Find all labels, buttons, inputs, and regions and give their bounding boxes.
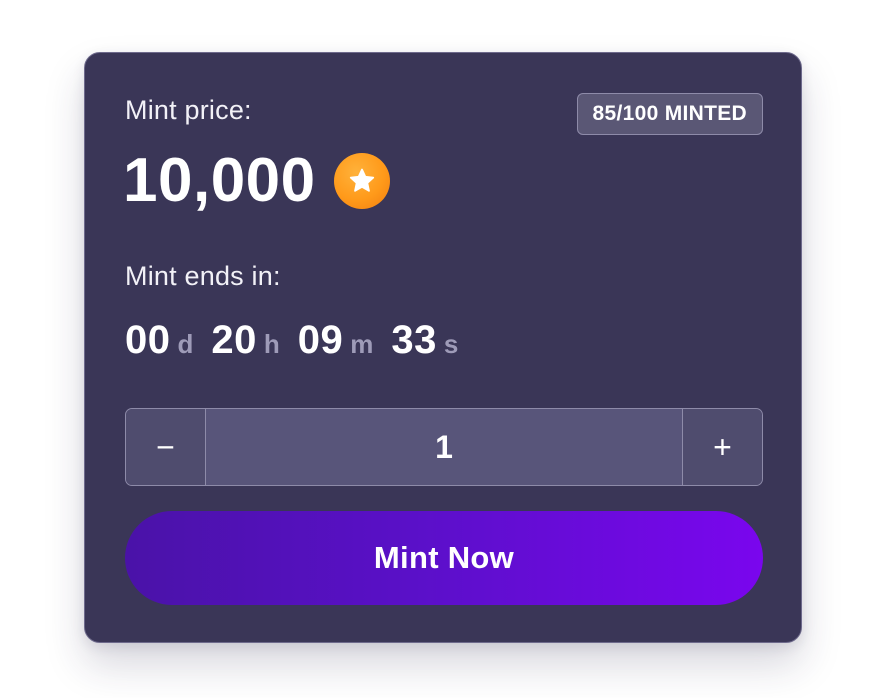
countdown-minutes: 09 (297, 318, 344, 362)
mint-price-label: Mint price: (125, 95, 252, 125)
countdown-days: 00 (125, 318, 171, 362)
mint-ends-label: Mint ends in: (125, 261, 281, 291)
increase-quantity-button[interactable]: + (682, 409, 762, 485)
countdown-minutes-unit: m (350, 329, 374, 359)
minted-count-badge: 85/100 MINTED (576, 93, 763, 135)
mint-card: Mint price: 85/100 MINTED 10,000 Mint en… (84, 52, 802, 643)
mint-price-value: 10,000 (123, 146, 316, 215)
countdown-seconds: 33 (391, 318, 437, 362)
mint-now-button[interactable]: Mint Now (125, 511, 763, 605)
quantity-stepper: − 1 + (125, 408, 763, 486)
price-row: 10,000 (123, 145, 390, 217)
countdown-timer: 00 d 20 h 09 m 33 s (125, 318, 476, 363)
countdown-seconds-unit: s (443, 329, 459, 359)
decrease-quantity-button[interactable]: − (126, 409, 206, 485)
countdown-hours-unit: h (263, 329, 280, 359)
quantity-value[interactable]: 1 (206, 409, 682, 485)
countdown-hours: 20 (211, 318, 257, 362)
star-coin-icon (333, 153, 390, 209)
countdown-days-unit: d (177, 329, 194, 359)
